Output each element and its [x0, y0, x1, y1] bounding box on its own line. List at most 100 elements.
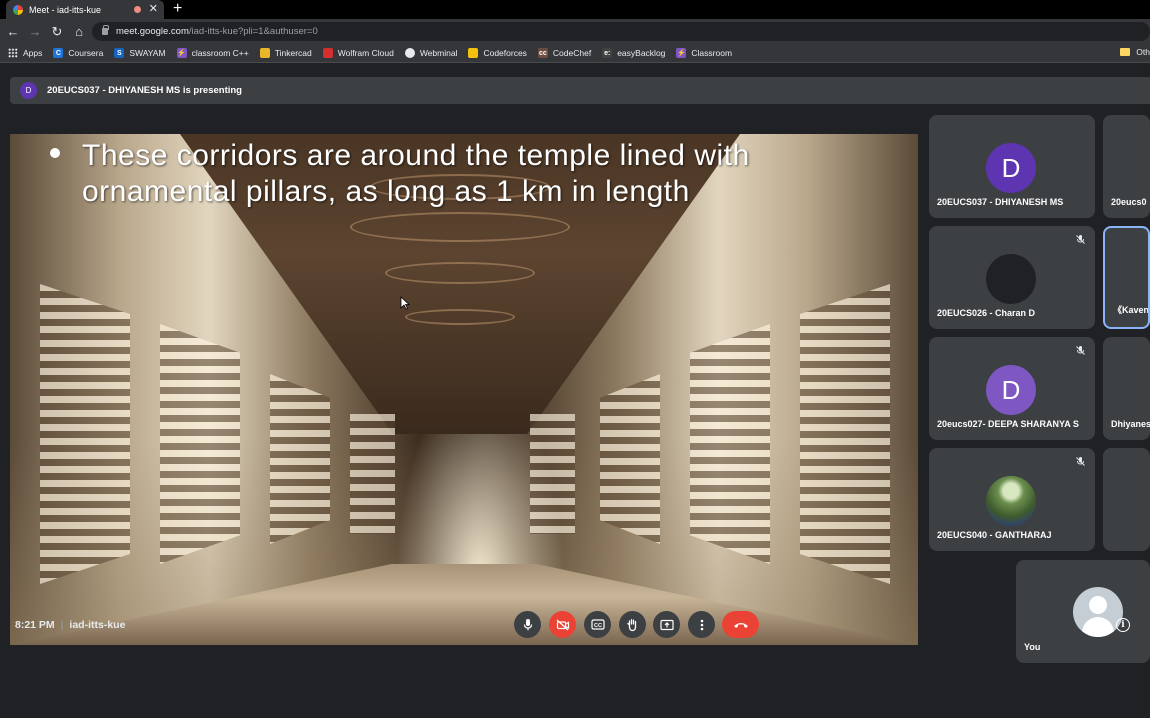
hand-icon	[627, 618, 637, 631]
current-time: 8:21 PM	[15, 619, 55, 631]
bookmark-webminal[interactable]: Webminal	[404, 48, 458, 58]
present-screen-icon	[659, 619, 674, 630]
participant-tile[interactable]: 20EUCS026 - Charan D	[929, 226, 1095, 329]
apps-grid-icon	[8, 48, 18, 58]
bolt-icon: ⚡	[176, 48, 187, 58]
participant-name: 20eucs027- DEEPA SHARANYA S	[937, 419, 1079, 429]
home-button[interactable]: ⌂	[68, 24, 90, 39]
presenter-avatar: D	[20, 82, 37, 99]
bookmark-label: Classroom	[691, 48, 733, 58]
other-bookmarks-label: Oth	[1136, 47, 1150, 57]
microphone-icon	[523, 619, 532, 631]
presenting-banner: D 20EUCS037 - DHIYANESH MS is presenting	[10, 77, 1150, 104]
bookmark-label: classroom C++	[191, 48, 249, 58]
browser-toolbar: ← → ↻ ⌂ meet.google.com /iad-itts-kue?pl…	[0, 19, 1150, 44]
meeting-details-icon[interactable]: i	[1116, 618, 1130, 632]
participant-tile[interactable]: D 20eucs027- DEEPA SHARANYA S	[929, 337, 1095, 440]
participant-avatar	[986, 476, 1036, 526]
end-call-button[interactable]	[722, 611, 759, 638]
globe-icon	[404, 48, 415, 58]
url-path: /iad-itts-kue?pli=1&authuser=0	[188, 26, 318, 37]
bookmark-label: Apps	[23, 48, 43, 58]
present-screen-button[interactable]	[653, 611, 680, 638]
codeforces-icon	[468, 48, 479, 58]
svg-text:CC: CC	[594, 623, 602, 629]
captions-button[interactable]: CC	[584, 611, 611, 638]
participant-avatar: D	[986, 365, 1036, 415]
muted-microphone-icon	[1076, 235, 1085, 244]
meet-favicon-icon	[13, 4, 23, 15]
bolt-icon: ⚡	[676, 48, 687, 58]
slide-text: These corridors are around the temple li…	[82, 139, 750, 208]
participant-name: 20EUCS040 - GANTHARAJ	[937, 530, 1052, 540]
browser-tab-strip: Meet - iad-itts-kue ✕ +	[0, 0, 1150, 19]
bookmark-classroom[interactable]: ⚡ Classroom	[676, 48, 732, 58]
bookmark-label: Tinkercad	[274, 48, 312, 58]
muted-microphone-icon	[1076, 346, 1085, 355]
bookmark-label: Coursera	[68, 48, 104, 58]
microphone-button[interactable]	[514, 611, 541, 638]
bookmarks-bar: Apps C Coursera S SWAYAM ⚡ classroom C++ Tinker…	[0, 44, 1150, 63]
camera-off-button[interactable]	[549, 611, 576, 638]
raise-hand-button[interactable]	[619, 611, 646, 638]
captions-icon: CC	[590, 619, 605, 630]
bookmark-codechef[interactable]: cc CodeChef	[537, 48, 592, 58]
bookmark-coursera[interactable]: C Coursera	[53, 48, 103, 58]
lock-icon	[102, 25, 109, 35]
bookmark-label: Webminal	[419, 48, 458, 58]
participant-tile[interactable]	[1103, 448, 1150, 551]
participant-name: 20eucs0	[1111, 197, 1147, 207]
participant-tile[interactable]: Dhiyanes	[1103, 337, 1150, 440]
camera-off-icon	[556, 619, 569, 630]
participant-avatar	[986, 254, 1036, 304]
bookmark-wolfram-cloud[interactable]: Wolfram Cloud	[322, 48, 394, 58]
presentation-slide: These corridors are around the temple li…	[10, 134, 918, 645]
tab-title: Meet - iad-itts-kue	[29, 4, 102, 15]
more-vert-icon	[700, 619, 703, 630]
phone-hangup-icon	[733, 622, 748, 628]
coursera-icon: C	[53, 48, 64, 58]
presenting-text: 20EUCS037 - DHIYANESH MS is presenting	[47, 85, 242, 96]
easybacklog-icon: e:	[602, 48, 613, 58]
bookmark-codeforces[interactable]: Codeforces	[468, 48, 527, 58]
forward-button[interactable]: →	[24, 24, 46, 39]
new-tab-button[interactable]: +	[173, 1, 182, 17]
url-host: meet.google.com	[116, 26, 189, 37]
bookmark-tinkercad[interactable]: Tinkercad	[259, 48, 312, 58]
codechef-icon: cc	[537, 48, 548, 58]
bookmark-apps[interactable]: Apps	[8, 48, 42, 58]
other-bookmarks[interactable]: Oth	[1120, 47, 1150, 57]
participant-name: 20EUCS037 - DHIYANESH MS	[937, 197, 1064, 207]
muted-microphone-icon	[1076, 457, 1085, 466]
back-button[interactable]: ←	[2, 24, 24, 39]
bookmark-easybacklog[interactable]: e: easyBacklog	[602, 48, 665, 58]
bookmark-swayam[interactable]: S SWAYAM	[114, 48, 166, 58]
participant-name: Dhiyanes	[1111, 419, 1150, 429]
participant-tile[interactable]: 20EUCS040 - GANTHARAJ	[929, 448, 1095, 551]
swayam-icon: S	[114, 48, 125, 58]
wolfram-icon	[322, 48, 333, 58]
meeting-info: 8:21 PM | iad-itts-kue	[15, 619, 126, 631]
participant-tile[interactable]: D 20EUCS037 - DHIYANESH MS	[929, 115, 1095, 218]
mouse-cursor-icon	[400, 296, 410, 310]
slide-bullet	[50, 148, 60, 158]
participant-avatar: D	[986, 143, 1036, 193]
participant-tile[interactable]: 20eucs0	[1103, 115, 1150, 218]
participant-name: 20EUCS026 - Charan D	[937, 308, 1036, 318]
folder-icon	[1120, 48, 1131, 56]
browser-tab[interactable]: Meet - iad-itts-kue ✕	[6, 0, 164, 19]
more-options-button[interactable]	[688, 611, 715, 638]
bookmark-label: Codeforces	[483, 48, 527, 58]
bookmark-label: CodeChef	[552, 48, 592, 58]
reload-button[interactable]: ↻	[46, 24, 68, 40]
tab-close-icon[interactable]: ✕	[149, 4, 158, 15]
bookmark-label: Wolfram Cloud	[337, 48, 394, 58]
bookmark-classroom-c-[interactable]: ⚡ classroom C++	[176, 48, 249, 58]
tinkercad-icon	[259, 48, 270, 58]
bookmark-label: easyBacklog	[617, 48, 666, 58]
meeting-code: iad-itts-kue	[69, 619, 126, 631]
participant-tile[interactable]: 《Kaven	[1103, 226, 1150, 329]
address-bar[interactable]: meet.google.com /iad-itts-kue?pli=1&auth…	[92, 22, 1150, 41]
bookmark-label: SWAYAM	[129, 48, 166, 58]
participant-name: 《Kaven	[1113, 305, 1150, 315]
